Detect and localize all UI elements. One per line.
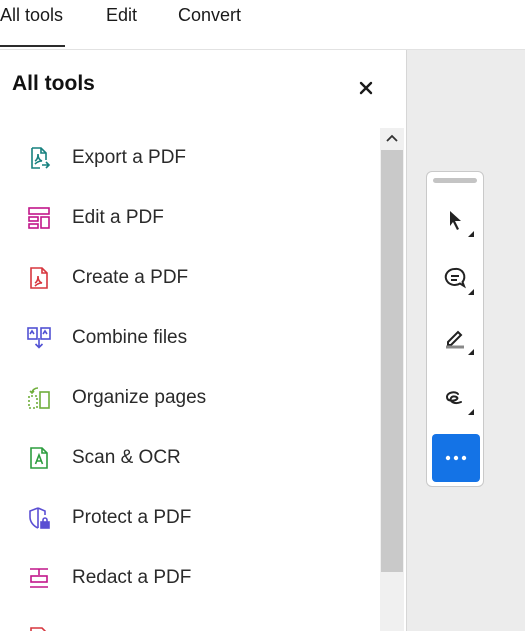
select-cursor-icon <box>450 211 461 230</box>
combine-files-icon <box>27 327 51 349</box>
top-tab-bar: All tools Edit Convert <box>0 0 525 50</box>
tool-label: Redact a PDF <box>72 567 192 588</box>
close-icon <box>359 81 373 95</box>
comment-tool-button[interactable] <box>435 258 475 298</box>
tool-label: Protect a PDF <box>72 507 192 528</box>
edit-pdf-icon <box>28 207 50 229</box>
organize-pages-icon <box>28 387 50 409</box>
tool-label: Edit a PDF <box>72 207 164 228</box>
tool-export-pdf[interactable]: Export a PDF <box>0 133 378 183</box>
highlight-pen-icon <box>446 330 464 349</box>
tool-edit-pdf[interactable]: Edit a PDF <box>0 193 378 243</box>
toolbar-drag-handle[interactable] <box>433 178 477 183</box>
tool-label: Organize pages <box>72 387 207 408</box>
scroll-thumb[interactable] <box>381 150 403 572</box>
tab-all-tools[interactable]: All tools <box>0 5 66 47</box>
tool-label: Scan & OCR <box>72 447 181 468</box>
tool-redact-pdf[interactable]: Redact a PDF <box>0 553 378 603</box>
tool-label: Create a PDF <box>72 267 189 288</box>
scan-ocr-icon <box>30 447 48 469</box>
draw-tool-button[interactable] <box>435 378 475 418</box>
chevron-up-icon <box>386 134 398 142</box>
tab-edit[interactable]: Edit <box>106 5 137 26</box>
pdf-file-icon <box>30 627 47 631</box>
tool-protect-pdf[interactable]: Protect a PDF <box>0 493 378 543</box>
tool-scan-ocr[interactable]: Scan & OCR <box>0 433 378 483</box>
highlight-tool-button[interactable] <box>435 318 475 358</box>
more-options-icon <box>445 455 467 461</box>
draw-freeform-icon <box>445 391 462 405</box>
tool-label: Combine files <box>72 327 188 348</box>
quick-tools-toolbar <box>426 171 484 487</box>
more-tools-button[interactable] <box>432 434 480 482</box>
expand-indicator <box>468 349 474 355</box>
add-comment-icon <box>444 267 466 289</box>
document-area <box>407 50 525 631</box>
expand-indicator <box>468 289 474 295</box>
tool-create-pdf[interactable]: Create a PDF <box>0 253 378 303</box>
create-pdf-icon <box>30 267 48 289</box>
panel-title: All tools <box>12 72 95 95</box>
redact-pdf-icon <box>30 568 48 588</box>
tab-convert[interactable]: Convert <box>178 5 241 26</box>
panel-scrollbar[interactable] <box>380 128 404 631</box>
tool-next-partial[interactable] <box>0 613 378 631</box>
tool-combine-files[interactable]: Combine files <box>0 313 378 363</box>
all-tools-panel: All tools Export a PDF Edit a PDF Create… <box>0 50 407 631</box>
protect-pdf-icon <box>29 507 50 529</box>
close-panel-button[interactable] <box>354 76 378 100</box>
select-tool-button[interactable] <box>435 200 475 240</box>
expand-indicator <box>468 231 474 237</box>
tool-label: Export a PDF <box>72 147 187 168</box>
export-pdf-icon <box>31 147 51 169</box>
expand-indicator <box>468 409 474 415</box>
scroll-up-button[interactable] <box>380 128 404 148</box>
tool-organize-pages[interactable]: Organize pages <box>0 373 378 423</box>
